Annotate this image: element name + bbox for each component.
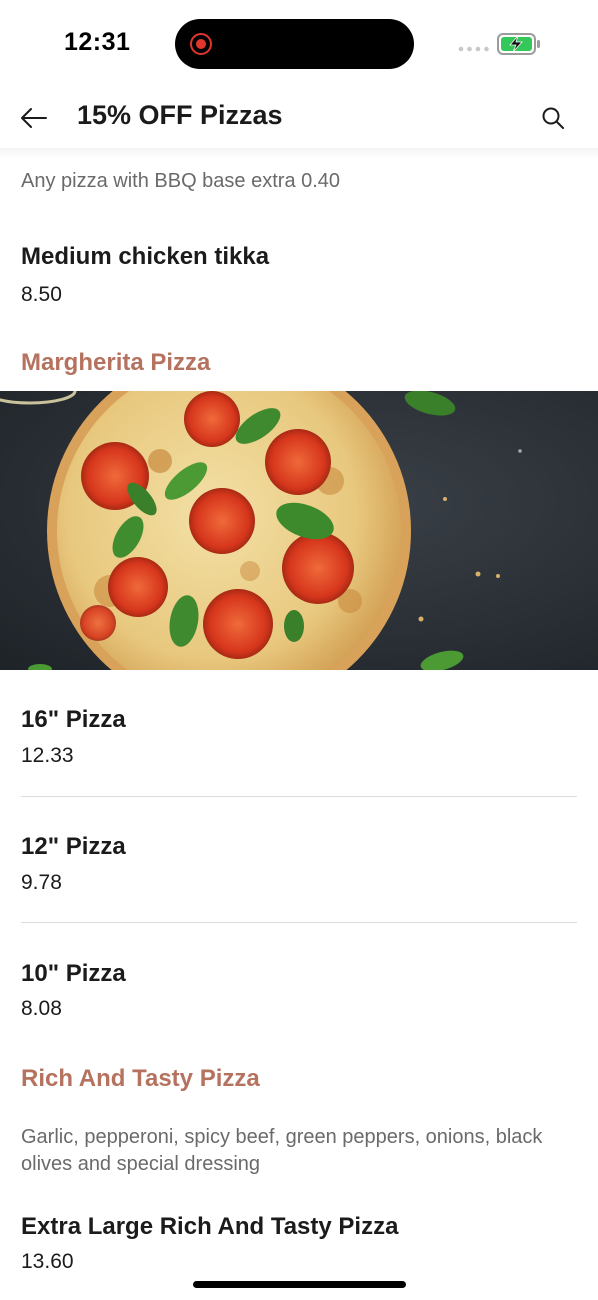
app-header: 15% OFF Pizzas	[0, 88, 598, 148]
page-title: 15% OFF Pizzas	[77, 100, 283, 130]
section-title-rich-and-tasty: Rich And Tasty Pizza	[21, 1065, 260, 1092]
section-description: Garlic, pepperoni, spicy beef, green pep…	[21, 1126, 543, 1175]
screen-recording-icon	[190, 33, 212, 55]
header-shadow	[0, 148, 598, 158]
menu-item-name[interactable]: Extra Large Rich And Tasty Pizza	[21, 1213, 398, 1241]
menu-item-name[interactable]: 10" Pizza	[21, 960, 126, 988]
divider	[21, 796, 577, 797]
menu-item-name[interactable]: 12" Pizza	[21, 833, 126, 861]
battery-charging-icon	[497, 33, 540, 55]
margherita-pizza-image	[0, 391, 598, 670]
section-title-margherita: Margherita Pizza	[21, 349, 211, 376]
arrow-left-icon	[21, 108, 47, 128]
back-button[interactable]	[14, 98, 54, 138]
menu-item-price: 8.50	[21, 283, 62, 306]
search-button[interactable]	[533, 98, 573, 138]
menu-item-name[interactable]: 16" Pizza	[21, 706, 126, 734]
top-note: Any pizza with BBQ base extra 0.40	[21, 170, 341, 192]
signal-icon	[458, 46, 489, 52]
dynamic-island	[175, 19, 414, 69]
home-indicator[interactable]	[193, 1281, 406, 1288]
divider	[21, 922, 577, 923]
menu-item-name[interactable]: Medium chicken tikka	[21, 243, 269, 271]
search-icon	[542, 107, 564, 129]
menu-item-price: 12.33	[21, 744, 74, 767]
menu-item-price: 13.60	[21, 1250, 74, 1273]
pizza-illustration	[0, 391, 598, 670]
status-bar: 12:31	[0, 0, 598, 88]
status-time: 12:31	[64, 28, 131, 56]
menu-item-price: 9.78	[21, 871, 62, 894]
menu-item-price: 8.08	[21, 997, 62, 1020]
